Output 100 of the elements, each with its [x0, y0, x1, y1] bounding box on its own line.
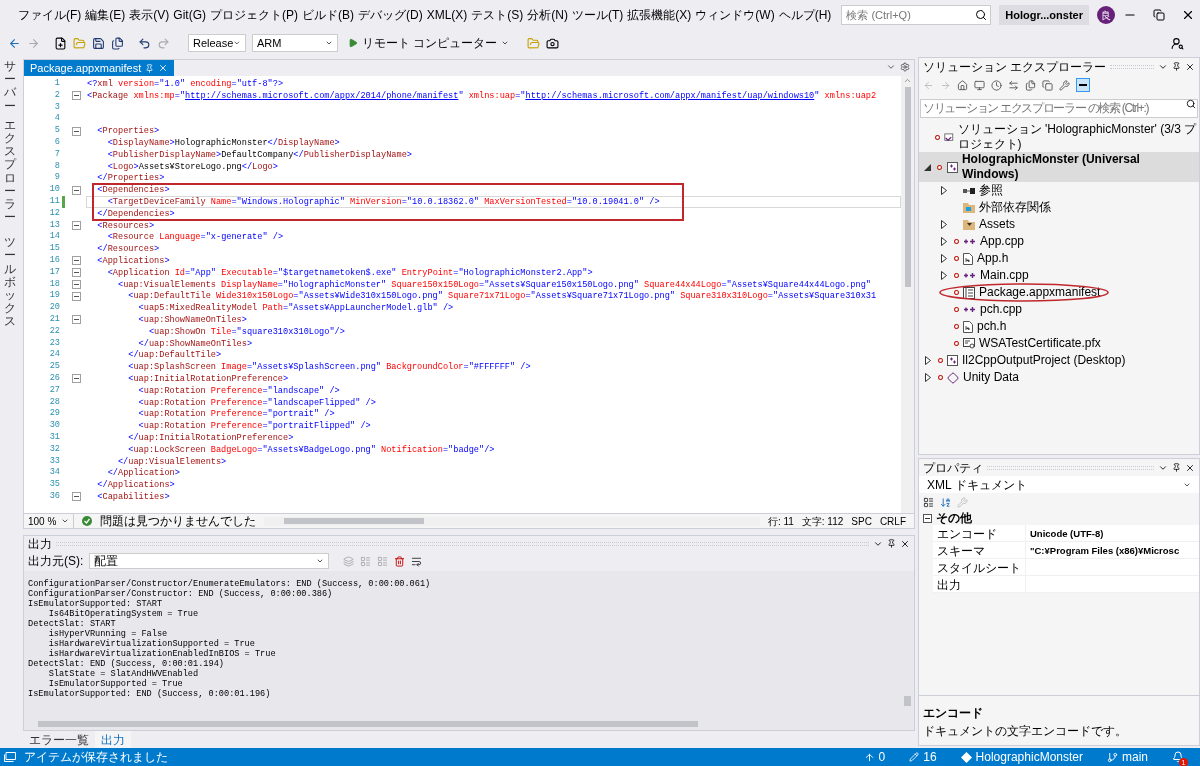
menu-item[interactable]: ビルド(B)	[300, 6, 356, 24]
close-icon[interactable]	[1185, 462, 1195, 473]
status-item[interactable]: main	[1122, 748, 1148, 766]
tree-item[interactable]: App.cpp	[980, 234, 1025, 249]
pin-icon[interactable]	[1172, 463, 1181, 472]
new-item-icon[interactable]	[54, 36, 67, 50]
save-icon[interactable]	[92, 36, 105, 50]
menu-item[interactable]: プロジェクト(P)	[208, 6, 300, 24]
tree-item[interactable]: WSATestCertificate.pfx	[979, 336, 1101, 351]
avatar[interactable]: 良	[1096, 6, 1115, 24]
save-all-icon[interactable]	[111, 36, 124, 50]
menu-item[interactable]: 編集(E)	[83, 6, 128, 24]
properties-icon[interactable]	[1059, 79, 1070, 91]
run-button[interactable]: リモート コンピューター	[344, 34, 514, 52]
collapse-icon[interactable]	[71, 374, 81, 384]
back-icon[interactable]	[8, 36, 21, 50]
collapse-all-icon[interactable]	[1025, 79, 1036, 91]
up-arrow-icon[interactable]	[863, 751, 875, 763]
side-tab-label[interactable]: ツールボックス	[4, 236, 16, 329]
tree-item[interactable]: pch.h	[977, 319, 1007, 334]
tree-item[interactable]: 外部依存関係	[979, 200, 1051, 215]
tree-item[interactable]: pch.cpp	[980, 302, 1023, 317]
collapsed-icon[interactable]	[941, 186, 947, 195]
collapsed-icon[interactable]	[941, 254, 947, 263]
switch-views-icon[interactable]	[974, 79, 985, 91]
menu-item[interactable]: デバッグ(D)	[356, 6, 425, 24]
panel-tab[interactable]: 出力	[95, 731, 131, 748]
screenshot-icon[interactable]	[546, 36, 560, 50]
close-icon[interactable]	[900, 538, 910, 549]
pin-icon[interactable]	[887, 539, 896, 548]
live-share-icon[interactable]	[1171, 36, 1184, 50]
tree-item[interactable]: Unity Data	[963, 370, 1020, 385]
home-icon[interactable]	[957, 79, 968, 91]
notification-icon[interactable]	[1172, 751, 1184, 763]
collapse-icon[interactable]	[71, 291, 81, 301]
source-dropdown[interactable]: 配置	[89, 553, 330, 569]
menu-item[interactable]: ヘルプ(H)	[776, 6, 834, 24]
categorized-icon[interactable]	[923, 496, 934, 508]
branch-icon[interactable]	[1107, 751, 1118, 763]
collapse-icon[interactable]	[923, 513, 932, 523]
menu-item[interactable]: XML(X)	[424, 6, 470, 24]
collapse-icon[interactable]	[71, 126, 81, 136]
vertical-scrollbar[interactable]	[901, 76, 914, 513]
collapsed-icon[interactable]	[925, 373, 931, 382]
platform-dropdown[interactable]: ARM	[252, 34, 338, 52]
menu-item[interactable]: ツール(T)	[570, 6, 626, 24]
preview-toggle[interactable]	[1076, 78, 1090, 92]
expanded-icon[interactable]	[924, 163, 932, 171]
settings-icon[interactable]	[900, 62, 910, 72]
collapse-icon[interactable]	[71, 492, 81, 502]
side-tab-label[interactable]: サーバー	[4, 60, 16, 113]
search-icon[interactable]	[975, 9, 988, 21]
tree-item[interactable]: 参照	[979, 183, 1003, 198]
clear-all-icon[interactable]	[394, 555, 406, 567]
tree-item[interactable]: Main.cpp	[980, 268, 1029, 283]
undo-icon[interactable]	[138, 36, 151, 50]
panel-tab[interactable]: エラー一覧	[23, 731, 95, 748]
collapsed-icon[interactable]	[925, 356, 931, 365]
object-dropdown[interactable]: XML ドキュメント	[919, 476, 1199, 493]
restore-icon[interactable]	[1152, 9, 1165, 21]
pin-icon[interactable]	[1172, 62, 1181, 71]
close-icon[interactable]	[1185, 61, 1195, 72]
collapse-icon[interactable]	[71, 279, 81, 289]
menu-item[interactable]: 分析(N)	[525, 6, 570, 24]
zoom-dropdown[interactable]: 100 %	[24, 513, 74, 529]
tree-item[interactable]: Assets	[979, 217, 1015, 232]
collapsed-icon[interactable]	[941, 220, 947, 229]
side-tab-label[interactable]: エクスプローラー	[4, 118, 16, 225]
dropdown-icon[interactable]	[886, 62, 896, 72]
tree-item[interactable]: Il2CppOutputProject (Desktop)	[962, 353, 1126, 368]
collapse-icon[interactable]	[71, 185, 81, 195]
collapse-icon[interactable]	[71, 268, 81, 278]
status-item[interactable]: 0	[878, 748, 886, 766]
tree-item[interactable]: ソリューション 'HolographicMonster' (3/3 プロジェクト)	[957, 122, 1199, 152]
collapse-icon[interactable]	[71, 256, 81, 266]
pencil-icon[interactable]	[909, 752, 920, 762]
menu-item[interactable]: テスト(S)	[469, 6, 526, 24]
tree-item[interactable]: App.h	[977, 251, 1009, 266]
sync-icon[interactable]	[1008, 79, 1019, 91]
collapsed-icon[interactable]	[941, 271, 947, 280]
menu-item[interactable]: Git(G)	[171, 6, 208, 24]
status-item[interactable]: HolographicMonster	[975, 748, 1083, 766]
menu-item[interactable]: ファイル(F)	[16, 6, 84, 24]
property-value[interactable]: "C:¥Program Files (x86)¥Microsc	[1025, 542, 1199, 559]
search-field[interactable]: ソリューション エクスプローラー の検索 (Ctrl+:)	[920, 98, 1198, 118]
collapse-icon[interactable]	[71, 220, 81, 230]
menu-item[interactable]: ウィンドウ(W)	[693, 6, 777, 24]
alphabetical-icon[interactable]	[940, 496, 951, 508]
property-value[interactable]: Unicode (UTF-8)	[1025, 525, 1199, 542]
search-field[interactable]: 検索 (Ctrl+Q)	[841, 5, 992, 25]
pending-changes-icon[interactable]	[991, 79, 1002, 91]
collapse-icon[interactable]	[71, 315, 81, 325]
horizontal-scrollbar[interactable]	[264, 516, 760, 526]
collapsed-icon[interactable]	[941, 237, 947, 246]
horizontal-scrollbar[interactable]	[24, 718, 914, 730]
status-item[interactable]: 16	[923, 748, 937, 766]
show-all-files-icon[interactable]	[1042, 79, 1053, 91]
word-wrap-icon[interactable]	[411, 555, 423, 567]
search-icon[interactable]	[1186, 99, 1196, 109]
repository-icon[interactable]	[960, 751, 972, 763]
